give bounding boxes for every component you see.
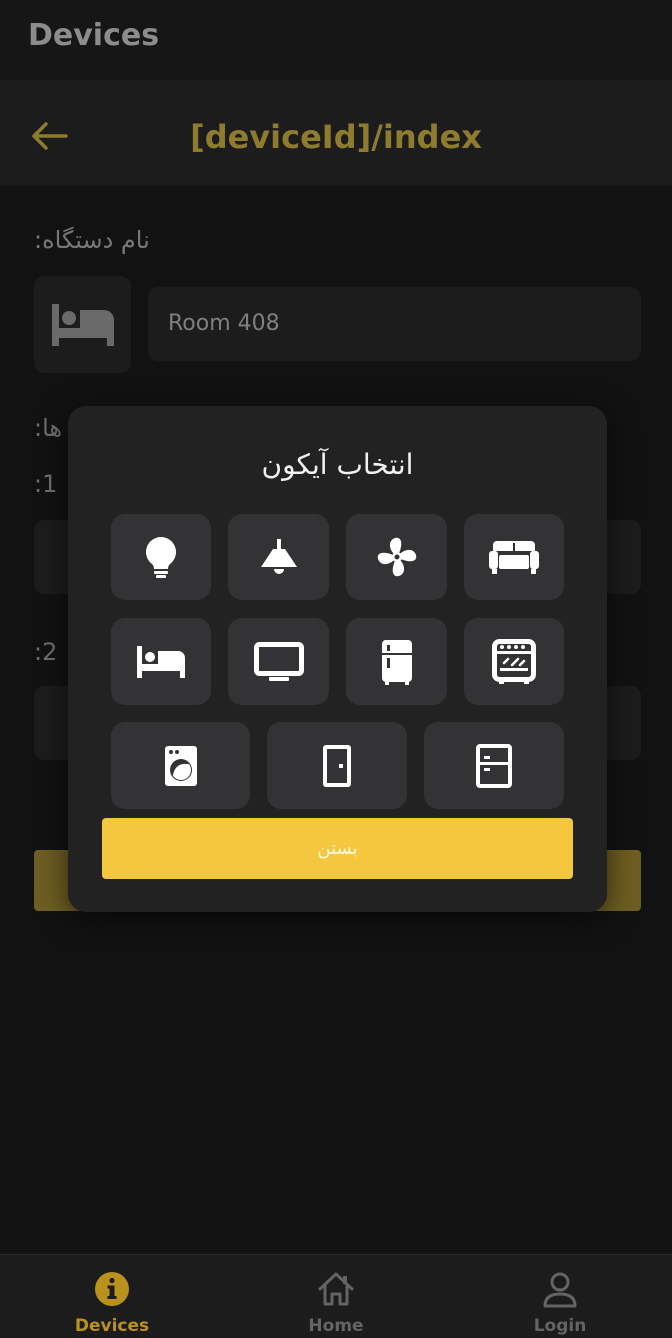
icon-option-washing-machine[interactable] (111, 722, 250, 809)
door-icon (323, 744, 351, 787)
nav-item-devices[interactable]: Devices (0, 1255, 224, 1338)
lightbulb-icon (146, 537, 176, 578)
icon-option-sofa[interactable] (464, 514, 564, 600)
oven-icon (492, 638, 536, 684)
fridge-icon (381, 639, 412, 685)
bottom-nav: Devices Home Login (0, 1254, 672, 1338)
tv-icon (253, 641, 304, 681)
item-2-label: :2 (34, 638, 58, 666)
device-name-label: نام دستگاه: (34, 226, 150, 254)
app-root: Devices [deviceId]/index نام دستگاه: Roo… (0, 0, 672, 1338)
modal-title: انتخاب آیکون (261, 448, 414, 481)
app-title: Devices (28, 18, 160, 53)
icon-option-cabinet[interactable] (424, 722, 564, 809)
close-button[interactable]: بستن (102, 818, 573, 879)
icon-option-door[interactable] (267, 722, 407, 809)
selected-icon-button[interactable] (34, 276, 131, 373)
icon-option-tv[interactable] (228, 618, 329, 705)
nav-label-devices: Devices (74, 1316, 150, 1336)
icon-option-lightbulb[interactable] (111, 514, 211, 600)
info-icon (95, 1272, 129, 1306)
icon-option-fan[interactable] (346, 514, 447, 600)
home-icon (318, 1272, 354, 1306)
device-name-input[interactable]: Room 408 (148, 287, 641, 361)
ceiling-lamp-icon (260, 539, 297, 574)
icon-option-bed[interactable] (111, 618, 211, 705)
cabinet-icon (476, 743, 512, 788)
washing-machine-icon (164, 745, 197, 786)
sofa-icon (489, 541, 539, 574)
fan-icon (377, 537, 416, 577)
nav-label-home: Home (308, 1316, 364, 1336)
item-1-label: :1 (34, 470, 58, 498)
page-header: [deviceId]/index (0, 80, 672, 186)
user-icon (543, 1272, 577, 1308)
icon-option-fridge[interactable] (346, 618, 447, 705)
icon-picker-modal: انتخاب آیکون بستن (68, 406, 607, 912)
app-title-bar: Devices (0, 0, 672, 80)
bed-icon (52, 304, 114, 346)
nav-label-login: Login (533, 1316, 587, 1336)
page-title: [deviceId]/index (190, 118, 482, 156)
nav-item-home[interactable]: Home (224, 1255, 448, 1338)
items-label: ها: (34, 414, 63, 442)
icon-option-oven[interactable] (464, 618, 564, 705)
bed-icon (137, 645, 185, 678)
icon-option-ceiling-lamp[interactable] (228, 514, 329, 600)
nav-item-login[interactable]: Login (448, 1255, 672, 1338)
